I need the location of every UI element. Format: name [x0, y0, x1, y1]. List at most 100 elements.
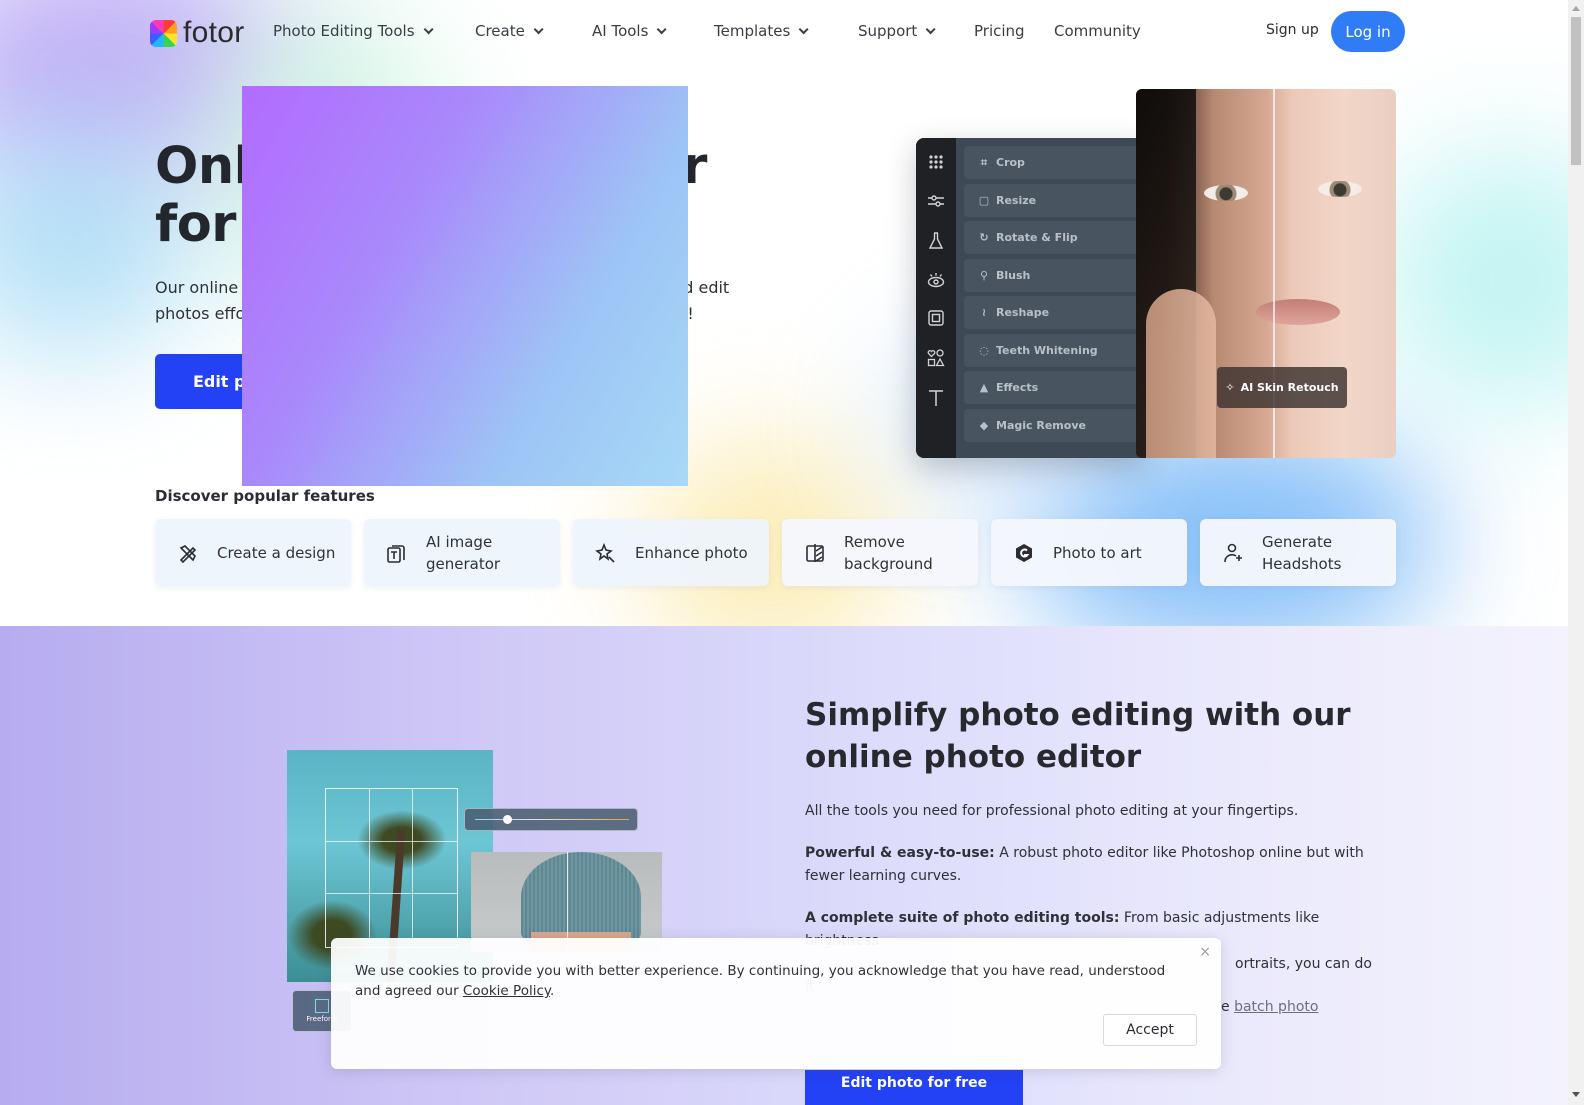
tool-label: Magic Remove	[996, 418, 1086, 432]
headshot-icon	[1222, 542, 1244, 564]
ai-image-icon	[386, 542, 408, 564]
nav-community[interactable]: Community	[1054, 22, 1141, 40]
hero-section: fotor Photo Editing Tools Create AI Tool…	[0, 0, 1568, 626]
nav-templates[interactable]: Templates	[714, 22, 809, 40]
flask-icon	[926, 232, 946, 252]
tool-blush: ⚲ Blush	[964, 258, 1146, 292]
collage-background	[242, 86, 688, 486]
nav-label: AI Tools	[592, 22, 649, 40]
page-scrollbar[interactable]	[1568, 0, 1584, 1105]
eye-icon	[926, 272, 946, 292]
edit-photo-button-2[interactable]: Edit photo for free	[805, 1070, 1023, 1105]
nav-label: Photo Editing Tools	[273, 22, 415, 40]
sliders-icon	[926, 193, 946, 213]
beanie-portrait-image	[471, 852, 662, 952]
tool-label: Resize	[996, 193, 1037, 207]
logo[interactable]: fotor	[150, 16, 245, 50]
scroll-down-arrow-icon[interactable]	[1572, 1092, 1580, 1097]
nav-pricing[interactable]: Pricing	[974, 22, 1025, 40]
tool-rotate-flip: ↻ Rotate & Flip	[964, 221, 1146, 254]
feature-photo-to-art[interactable]: Photo to art	[991, 519, 1187, 586]
tool-label: Blush	[996, 268, 1031, 282]
grid-icon	[926, 154, 946, 174]
features-title: Discover popular features	[155, 487, 375, 505]
resize-icon: ▢	[978, 193, 990, 207]
text-icon	[926, 389, 946, 409]
rotate-icon: ↻	[979, 231, 989, 244]
tooth-icon: ◌	[979, 343, 989, 357]
feature-ai-image-generator[interactable]: AI image generator	[364, 519, 560, 586]
scroll-up-arrow-icon[interactable]	[1572, 6, 1580, 11]
tool-label: Teeth Whitening	[996, 343, 1098, 357]
feature-label: Enhance photo	[635, 543, 748, 562]
feature-remove-background[interactable]: Remove background	[782, 519, 978, 586]
chevron-down-icon	[657, 23, 667, 34]
art-icon	[1013, 542, 1035, 564]
tool-label: Rotate & Flip	[996, 231, 1078, 244]
nav-label: Community	[1054, 22, 1141, 40]
editor-mockup: ⌗ Crop ▢ Resize ↻ Rotate & Flip ⚲ Blush ≀ Res…	[916, 138, 1146, 458]
chevron-down-icon	[925, 23, 936, 34]
nav-label: Support	[858, 22, 918, 40]
feature-label: Photo to art	[1053, 543, 1142, 562]
logo-icon	[150, 19, 177, 47]
nav-label: Templates	[714, 22, 791, 40]
sparkle-icon: ✧	[1225, 381, 1235, 394]
tool-label: Effects	[996, 381, 1039, 394]
cookie-policy-link[interactable]: Cookie Policy	[463, 983, 550, 999]
feature-label: Generate Headshots	[1262, 532, 1342, 573]
top-nav: fotor Photo Editing Tools Create AI Tool…	[0, 0, 1568, 64]
page: fotor Photo Editing Tools Create AI Tool…	[0, 0, 1568, 1105]
login-button[interactable]: Log in	[1331, 11, 1405, 52]
reshape-icon: ≀	[981, 306, 987, 319]
nav-label: Pricing	[974, 22, 1025, 40]
tool-label: Reshape	[996, 306, 1050, 319]
scrollbar-thumb[interactable]	[1571, 17, 1581, 165]
feature-enhance-photo[interactable]: Enhance photo	[573, 519, 769, 586]
tool-magic-remove: ◆ Magic Remove	[964, 408, 1146, 442]
point-heading: Powerful & easy-to-use:	[805, 845, 995, 861]
section-point-3: e batch photo	[1221, 996, 1371, 1019]
nav-support[interactable]: Support	[858, 22, 936, 40]
chevron-down-icon	[423, 23, 434, 34]
portrait-before-after-image: ✧ AI Skin Retouch	[1136, 89, 1396, 458]
tool-label: Crop	[996, 156, 1025, 169]
cookie-message: We use cookies to provide you with bette…	[355, 961, 1185, 1001]
section-intro: All the tools you need for professional …	[805, 803, 1299, 819]
editor-tool-list: ⌗ Crop ▢ Resize ↻ Rotate & Flip ⚲ Blush ≀ Res…	[964, 146, 1146, 446]
adjust-slider-mockup	[464, 808, 638, 831]
badge-label: AI Skin Retouch	[1240, 381, 1339, 394]
tool-effects: ▲ Effects	[964, 371, 1146, 404]
tool-reshape: ≀ Reshape	[964, 296, 1146, 329]
tool-resize: ▢ Resize	[964, 183, 1146, 217]
sparkle-icon	[595, 542, 617, 564]
eraser-icon: ◆	[979, 418, 989, 432]
point-text-tail: e	[1221, 999, 1235, 1015]
shapes-icon	[926, 349, 946, 369]
flask-icon: ▲	[979, 381, 989, 394]
point-heading: A complete suite of photo editing tools:	[805, 910, 1120, 926]
accept-cookies-button[interactable]: Accept	[1103, 1014, 1197, 1046]
cookie-banner: × We use cookies to provide you with bet…	[331, 938, 1221, 1069]
nav-photo-editing-tools[interactable]: Photo Editing Tools	[273, 22, 434, 40]
feature-label: Create a design	[217, 543, 336, 562]
close-icon[interactable]: ×	[1199, 944, 1211, 960]
feature-list: Create a design AI image generator Enhan…	[155, 519, 1396, 586]
feature-create-design[interactable]: Create a design	[155, 519, 351, 586]
logo-text: fotor	[183, 16, 245, 49]
tool-crop: ⌗ Crop	[964, 146, 1146, 179]
nav-ai-tools[interactable]: AI Tools	[592, 22, 667, 40]
feature-label: Remove background	[844, 532, 933, 573]
signup-link[interactable]: Sign up	[1266, 22, 1319, 38]
chevron-down-icon	[533, 23, 544, 34]
ai-skin-retouch-badge: ✧ AI Skin Retouch	[1217, 367, 1347, 408]
crop-icon: ⌗	[980, 155, 988, 169]
feature-generate-headshots[interactable]: Generate Headshots	[1200, 519, 1396, 586]
crop-grid-overlay	[325, 788, 458, 948]
batch-photo-link[interactable]: batch photo	[1234, 999, 1318, 1015]
nav-create[interactable]: Create	[475, 22, 544, 40]
chevron-down-icon	[798, 23, 809, 34]
frame-icon	[926, 310, 946, 330]
tool-teeth-whitening: ◌ Teeth Whitening	[964, 333, 1146, 367]
editor-rail	[916, 138, 956, 458]
